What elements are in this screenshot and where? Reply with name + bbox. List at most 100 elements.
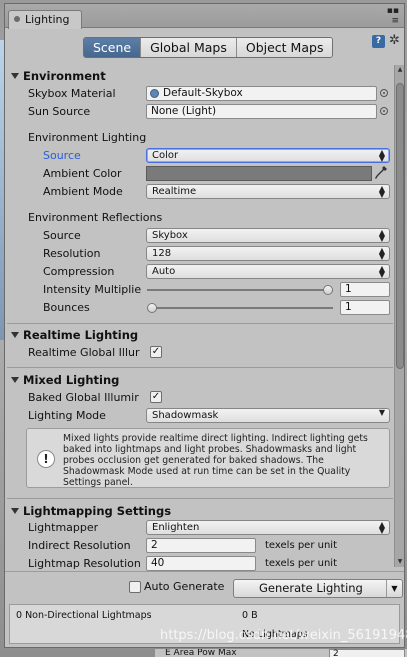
generate-lighting-button[interactable]: Generate Lighting ▼ [233,579,403,598]
environment-reflections-label: Environment Reflections [28,211,163,224]
intensity-slider-knob[interactable] [323,285,333,295]
watermark: https://blog.csdn.net/weixin_56191948 [160,628,407,643]
source-label: Source [43,149,81,162]
dropdown-arrows-icon: ▲ ▼ [378,228,385,243]
underlying-value[interactable]: 2 [329,649,405,657]
row-env-reflections-header: Environment Reflections [7,209,393,227]
indirect-resolution-label: Indirect Resolution [28,539,131,552]
section-divider [7,323,393,324]
row-indirect-resolution: Indirect Resolution 2 texels per unit [7,537,393,555]
dropdown-arrows-icon: ▲ ▼ [378,520,385,535]
lightmapping-settings-header[interactable]: Lightmapping Settings [7,503,393,520]
resolution-dropdown[interactable]: 128 ▲ ▼ [146,246,390,261]
row-ambient-mode: Ambient Mode Realtime ▲ ▼ [7,183,393,201]
bounces-slider-knob[interactable] [147,303,157,313]
section-divider [7,498,393,499]
lighting-mode-label: Lighting Mode [28,409,106,422]
source-dropdown[interactable]: Color ▲ ▼ [146,148,390,163]
compression-dropdown[interactable]: Auto ▲ ▼ [146,264,390,279]
realtime-gi-label: Realtime Global Illur [28,346,140,359]
indirect-unit-label: texels per unit [265,540,337,551]
indirect-resolution-field[interactable]: 2 [146,538,256,553]
bounces-slider[interactable] [147,303,333,313]
realtime-gi-checkbox[interactable]: ✓ [150,346,162,358]
lighting-mode-dropdown[interactable]: Shadowmask ▼ [146,408,390,423]
ambient-color-swatch[interactable] [146,166,372,181]
compression-label: Compression [43,265,115,278]
sun-source-label: Sun Source [28,105,91,118]
lightmap-resolution-label: Lightmap Resolution [28,557,141,570]
row-bounces: Bounces 1 [7,299,393,317]
skybox-material-field[interactable]: Default-Skybox [146,86,377,101]
lighting-window: Lighting ▪▪ ≡ Scene Global Maps Object Ma… [4,3,405,648]
realtime-lighting-header[interactable]: Realtime Lighting [7,327,393,344]
sun-source-field[interactable]: None (Light) [146,104,377,119]
dropdown-arrows-icon: ▲ ▼ [378,184,385,199]
skybox-material-label: Skybox Material [28,87,116,100]
info-box: ! Mixed lights provide realtime direct l… [26,428,390,488]
bounces-field[interactable]: 1 [340,300,390,315]
gear-icon[interactable]: ✲ [389,33,400,48]
row-lighting-mode: Lighting Mode Shadowmask ▼ [7,407,393,425]
dropdown-arrows-icon: ▲ ▼ [378,148,385,163]
environment-lighting-label: Environment Lighting [28,131,147,144]
object-picker-icon[interactable] [380,107,388,115]
vertical-scrollbar[interactable]: ▲ ▼ [394,65,404,567]
lightmapper-dropdown[interactable]: Enlighten ▲ ▼ [146,520,390,535]
dropdown-arrows-icon: ▲ ▼ [378,264,385,279]
tab-global-maps[interactable]: Global Maps [141,38,237,57]
lighting-tab[interactable]: Lighting [8,10,82,29]
scroll-up-icon[interactable]: ▲ [395,65,405,75]
lighting-icon [14,16,20,22]
inspector-content: Environment Skybox Material Default-Skyb… [7,65,393,595]
intensity-slider[interactable] [147,285,333,295]
row-realtime-gi: Realtime Global Illur ✓ [7,344,393,362]
foldout-arrow-icon [11,332,19,338]
material-icon [150,89,159,98]
help-icon[interactable]: ? [372,35,385,48]
section-divider [7,367,393,368]
baked-gi-label: Baked Global Illumir [28,391,139,404]
lighting-toolbar: Scene Global Maps Object Maps ? ✲ [5,29,404,61]
ambient-mode-dropdown[interactable]: Realtime ▲ ▼ [146,184,390,199]
ambient-mode-label: Ambient Mode [43,185,123,198]
ambient-color-label: Ambient Color [43,167,122,180]
scrollbar-thumb[interactable] [396,83,404,369]
stats-label: 0 Non-Directional Lightmaps [16,610,152,621]
reflection-source-label: Source [43,229,81,242]
reflection-source-dropdown[interactable]: Skybox ▲ ▼ [146,228,390,243]
mixed-lighting-header[interactable]: Mixed Lighting [7,372,393,389]
row-refl-source: Source Skybox ▲ ▼ [7,227,393,245]
foldout-arrow-icon [11,73,19,79]
bounces-label: Bounces [43,301,90,314]
row-resolution: Resolution 128 ▲ ▼ [7,245,393,263]
object-picker-icon[interactable] [380,89,388,97]
resolution-label: Resolution [43,247,101,260]
window-menu-icon[interactable]: ▪▪ ≡ [379,6,399,26]
lightmap-unit-label: texels per unit [265,558,337,569]
lighting-tab-label: Lighting [25,13,70,26]
window-tabbar: Lighting ▪▪ ≡ [5,4,404,29]
tab-object-maps[interactable]: Object Maps [236,38,333,57]
baked-gi-checkbox[interactable]: ✓ [150,391,162,403]
eyedropper-icon[interactable] [374,165,388,181]
environment-header[interactable]: Environment [7,68,393,85]
tab-scene[interactable]: Scene [84,38,142,57]
lightmapper-label: Lightmapper [28,521,99,534]
auto-generate-label: Auto Generate [144,580,225,593]
underlying-label: E Area Pow Max [165,648,237,657]
stats-size: 0 B [242,610,258,621]
lightmap-resolution-field[interactable]: 40 [146,556,256,571]
intensity-label: Intensity Multiplie [43,283,142,296]
bottom-bar: Auto Generate Generate Lighting ▼ [5,571,404,601]
row-ambient-color: Ambient Color [7,165,393,183]
dropdown-arrows-icon: ▼ [378,408,385,417]
intensity-field[interactable]: 1 [340,282,390,297]
row-source: Source Color ▲ ▼ [7,147,393,165]
auto-generate-checkbox[interactable] [129,581,141,593]
view-segment-control: Scene Global Maps Object Maps [83,37,334,58]
chevron-down-icon[interactable]: ▼ [386,580,402,597]
scroll-down-icon[interactable]: ▼ [395,557,405,567]
row-skybox-material: Skybox Material Default-Skybox [7,85,393,103]
foldout-arrow-icon [11,508,19,514]
